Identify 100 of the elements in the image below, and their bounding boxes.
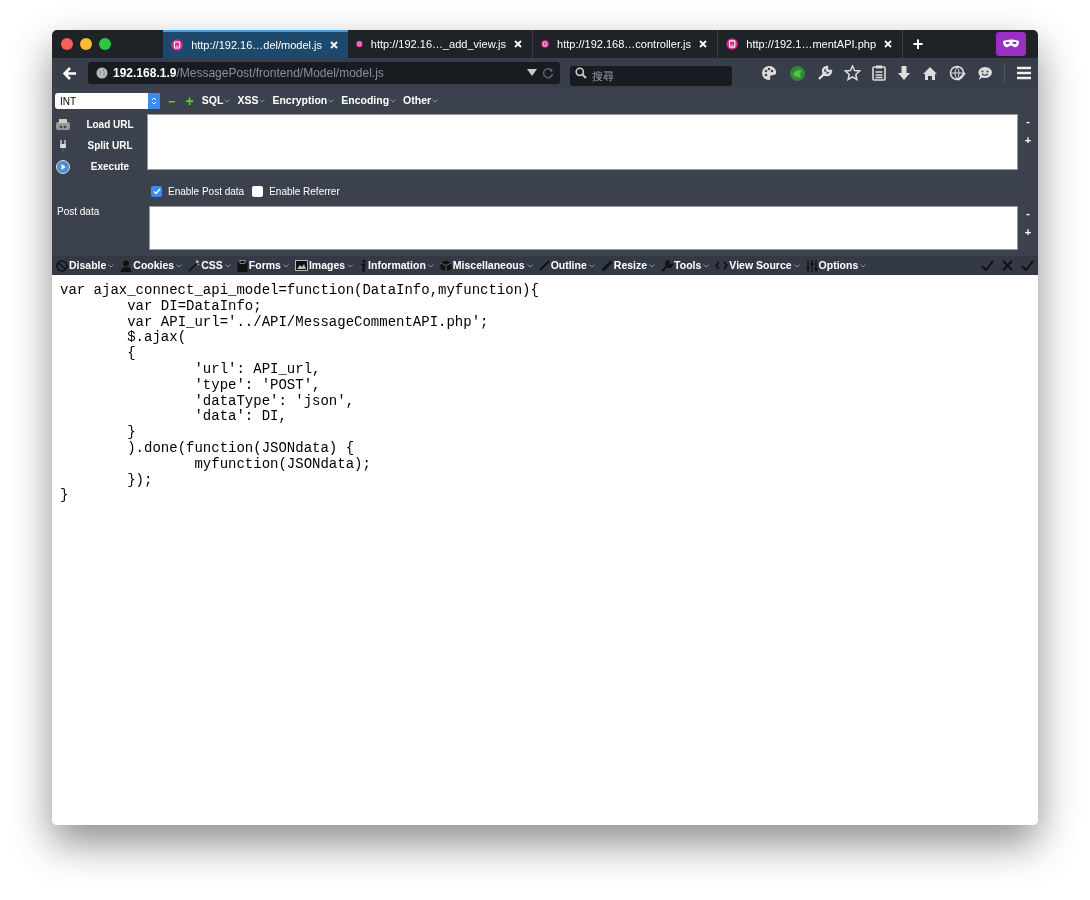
code-line: var ajax_connect_api_model=function(DataInfo,myfunction){	[60, 283, 539, 299]
toolbar-menu-button[interactable]: View Source	[715, 257, 800, 274]
palette-icon[interactable]	[761, 65, 778, 81]
caret-icon	[649, 263, 656, 268]
chat-bubble-icon[interactable]	[977, 65, 993, 81]
address-bar[interactable]: 192.168.1.9/MessagePost/frontend/Model/model.js	[88, 62, 560, 84]
caret-icon	[526, 263, 533, 268]
code-line: 'data': DI,	[193, 409, 287, 426]
code-brackets-icon	[715, 261, 729, 270]
caret-icon	[328, 99, 335, 103]
globe-icon	[96, 67, 108, 79]
action-button[interactable]: Load URL	[52, 115, 147, 134]
site-icon	[171, 37, 184, 53]
code-line: 'type': 'POST',	[193, 377, 321, 394]
menu-button[interactable]: XSS	[237, 93, 266, 109]
toolbar-menu-button[interactable]: Outline	[538, 257, 595, 274]
clipboard-icon	[236, 259, 248, 272]
toolbar-menu-button[interactable]: Images	[294, 257, 354, 274]
caret-icon	[108, 263, 115, 268]
info-icon	[359, 259, 368, 272]
tab-title: http://192.16…_add_view.js	[370, 36, 506, 52]
toolbar-menu-button[interactable]: Miscellaneous	[439, 257, 533, 274]
reload-icon[interactable]	[542, 67, 554, 79]
zoom-window-button[interactable]	[99, 38, 111, 50]
image-icon	[294, 260, 308, 271]
browser-tab[interactable]: http://192.16…del/model.js	[163, 30, 348, 58]
toolbar-menu-button[interactable]: Information	[359, 257, 434, 274]
minimize-window-button[interactable]	[80, 38, 92, 50]
checkbox-label: Enable Referrer	[269, 184, 340, 199]
toolbar-menu-button[interactable]: Cookies	[120, 257, 183, 274]
site-icon	[726, 36, 739, 52]
type-select[interactable]: INT	[55, 93, 160, 109]
menu-button[interactable]: Other	[403, 93, 439, 109]
caret-icon	[860, 263, 867, 268]
post-data-label: Post data	[56, 206, 101, 218]
code-line: 'url': API_url,	[193, 362, 321, 378]
check-icon[interactable]	[981, 260, 994, 271]
no-entry-icon	[56, 259, 68, 272]
printer-icon	[55, 118, 71, 131]
code-line: var API_url='../API/MessageCommentAPI.php';	[126, 314, 489, 330]
close-tab-icon[interactable]	[699, 40, 707, 48]
reading-list-icon[interactable]	[872, 65, 886, 81]
globe-pencil-icon[interactable]	[949, 64, 966, 82]
shrink-button[interactable]: -	[1026, 208, 1030, 219]
extension-icon[interactable]	[789, 64, 806, 82]
sliders-icon	[805, 259, 818, 272]
action-button[interactable]: Split URL	[52, 136, 147, 155]
code-line: 'dataType': 'json',	[193, 393, 355, 409]
toolbar-menu-button[interactable]: Resize	[600, 257, 656, 274]
grow-button[interactable]: +	[1024, 135, 1032, 146]
close-tab-icon[interactable]	[330, 41, 338, 49]
code-line: });	[126, 472, 153, 489]
shrink-button[interactable]: -	[1026, 116, 1030, 127]
caret-icon	[703, 263, 710, 268]
caret-icon	[432, 99, 439, 103]
toolbar-menu-button[interactable]: Options	[805, 257, 867, 274]
tab-title: http://192.16…del/model.js	[191, 37, 322, 53]
menu-button[interactable]: Encryption	[272, 93, 335, 109]
menu-button[interactable]: Encoding	[341, 93, 397, 109]
caret-icon	[793, 263, 800, 268]
close-tab-icon[interactable]	[514, 40, 522, 48]
minus-button[interactable]: −	[166, 94, 178, 108]
bookmark-star-icon[interactable]	[844, 65, 861, 81]
caret-icon	[224, 99, 231, 103]
toolbar-menu-button[interactable]: Tools	[661, 257, 710, 274]
search-field[interactable]: 搜尋	[570, 66, 732, 86]
dropdown-icon[interactable]	[527, 69, 537, 77]
grow-button[interactable]: +	[1024, 227, 1032, 238]
check-icon[interactable]	[1021, 260, 1034, 271]
close-tab-icon[interactable]	[884, 40, 892, 48]
toolbar-menu-button[interactable]: Disable	[56, 257, 115, 274]
menu-button[interactable]: SQL	[201, 93, 231, 109]
person-icon	[120, 259, 133, 272]
action-button[interactable]: Execute	[52, 157, 147, 176]
home-icon[interactable]	[922, 65, 938, 81]
checkbox-label: Enable Post data	[168, 184, 245, 199]
new-tab-button[interactable]: +	[903, 30, 933, 58]
checkbox[interactable]	[252, 185, 264, 197]
wand-icon	[188, 259, 201, 272]
caret-icon	[282, 263, 289, 268]
menu-icon[interactable]	[1016, 66, 1032, 80]
toolbar-menu-button[interactable]: CSS	[188, 257, 231, 274]
caret-icon	[427, 263, 434, 268]
ruler-icon	[600, 259, 613, 272]
caret-icon	[224, 263, 231, 268]
back-arrow-icon	[63, 66, 77, 80]
toolbar-menu-button[interactable]: Forms	[236, 257, 289, 274]
close-window-button[interactable]	[61, 38, 73, 50]
stepper-icon	[148, 93, 160, 109]
code-line: }	[60, 488, 69, 505]
download-icon[interactable]	[897, 65, 911, 81]
private-browsing-icon	[996, 32, 1026, 56]
checkbox[interactable]	[151, 185, 162, 197]
post-data-textarea[interactable]	[149, 206, 1018, 250]
caret-icon	[588, 263, 595, 268]
play-icon	[55, 159, 71, 174]
tab-title: http://192.168…controller.js	[557, 36, 691, 52]
wrench-icon[interactable]	[817, 65, 833, 81]
plus-button[interactable]: +	[183, 94, 196, 108]
url-textarea[interactable]	[147, 114, 1018, 170]
